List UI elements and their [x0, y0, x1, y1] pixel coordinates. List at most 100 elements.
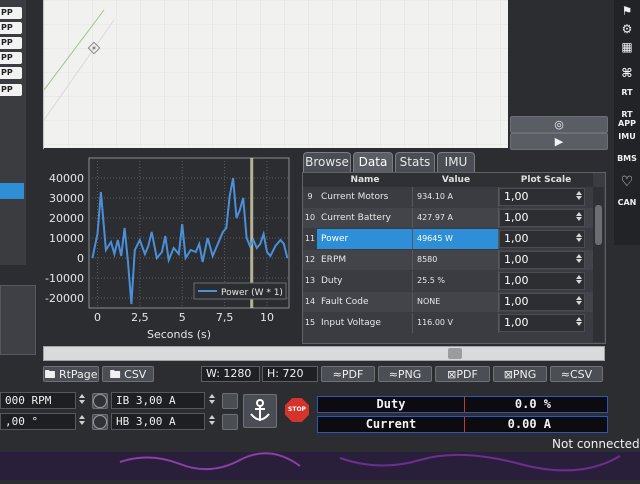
ib-current-field[interactable]: IB 3,00 A [111, 392, 205, 409]
plot-scale-spinbox[interactable]: 1,00 [499, 209, 585, 227]
row-number: 9 [307, 192, 313, 201]
pp-button-4[interactable]: PP [0, 52, 22, 64]
controller-icon[interactable]: ⚙ [616, 22, 638, 36]
width-field[interactable]: W: 1280 [201, 366, 260, 382]
rt-app-icon[interactable]: RT APP [616, 110, 638, 128]
pp-button-5[interactable]: PP [0, 67, 22, 79]
tab-browse[interactable]: Browse [303, 152, 351, 172]
row-number: 15 [304, 318, 316, 327]
row-value: 427.97 A [413, 208, 499, 228]
export-map-png-button[interactable]: ⊠PNG [493, 366, 547, 382]
rpm-play-button[interactable] [92, 393, 108, 409]
stop-button[interactable]: STOP [283, 396, 311, 426]
imu-icon[interactable]: IMU [616, 132, 638, 141]
plot-scale-spinbox[interactable]: 1,00 [499, 188, 585, 206]
plot-scale-spinbox[interactable]: 1,00 [499, 293, 585, 311]
spin-arrows-icon[interactable] [575, 232, 583, 246]
pp-button-2[interactable]: PP [0, 22, 22, 34]
chart-icon: ≈ [560, 368, 570, 381]
pp-button-3[interactable]: PP [0, 37, 22, 49]
map-icon: ⊠ [503, 368, 513, 381]
export-csv-button[interactable]: ≈CSV [550, 366, 603, 382]
rtpage-button[interactable]: 🖿 RtPage [43, 366, 99, 382]
pp-button-1[interactable]: PP [0, 7, 22, 19]
y-tick-label: 20000 [49, 212, 84, 225]
angle-play-button[interactable] [92, 414, 108, 430]
scroll-handle[interactable] [448, 348, 462, 359]
column-plot-scale[interactable]: Plot Scale [499, 173, 593, 187]
tab-data[interactable]: Data [353, 152, 393, 172]
rpm-field[interactable]: 000 RPM [0, 392, 76, 409]
spin-arrows-icon[interactable] [575, 316, 583, 330]
column-name[interactable]: Name [317, 173, 413, 187]
left-app-strip: PP PP PP PP PP PP [0, 0, 26, 265]
pdf-label: PDF [341, 368, 364, 381]
table-scrollbar[interactable] [593, 187, 604, 342]
tab-imu[interactable]: IMU [437, 152, 475, 172]
spin-arrows-icon[interactable] [575, 190, 583, 204]
plot-scale-value: 1,00 [504, 295, 529, 308]
spin-arrows-icon[interactable] [575, 274, 583, 288]
tab-stats[interactable]: Stats [395, 152, 435, 172]
duty-label: Duty [376, 397, 406, 411]
heart-icon[interactable]: ♡ [616, 174, 638, 190]
current-value: 0.00 A [507, 417, 551, 431]
ib-spinbox[interactable] [207, 392, 216, 409]
ib-link-button[interactable] [222, 393, 238, 409]
column-value[interactable]: Value [413, 173, 499, 187]
anchor-button[interactable] [243, 394, 277, 428]
plot-scale-spinbox[interactable]: 1,00 [499, 251, 585, 269]
plot-scale-spinbox[interactable]: 1,00 [499, 230, 585, 248]
table-header: Name Value Plot Scale [303, 173, 593, 187]
map-play-button[interactable]: ▶ [510, 133, 608, 150]
csv-label: CSV [570, 368, 593, 381]
table-row[interactable]: 12 ERPM 8580 1,00 [303, 250, 593, 270]
hb-link-button[interactable] [222, 414, 238, 430]
right-app-strip: ⚑ ⚙ ▦ ⌘ RT RT APP IMU BMS ♡ CAN [614, 0, 640, 245]
plug-icon[interactable]: ⚑ [616, 4, 638, 18]
plot-scale-spinbox[interactable]: 1,00 [499, 314, 585, 332]
folder-icon: 🖿 [109, 368, 121, 381]
y-tick-label: 10000 [49, 232, 84, 245]
row-value: 25.5 % [413, 271, 499, 291]
bms-icon[interactable]: BMS [616, 154, 638, 163]
table-row[interactable]: 11 Power 49645 W 1,00 [303, 229, 593, 249]
export-png-button[interactable]: ≈PNG [378, 366, 432, 382]
row-value: 8580 [413, 250, 499, 270]
csv-folder-button[interactable]: 🖿 CSV [102, 366, 154, 382]
export-map-pdf-button[interactable]: ⊠PDF [435, 366, 490, 382]
grid-icon[interactable]: ▦ [616, 40, 638, 54]
table-row[interactable]: 13 Duty 25.5 % 1,00 [303, 271, 593, 291]
table-row[interactable]: 14 Fault Code NONE 1,00 [303, 292, 593, 312]
map-view[interactable] [43, 0, 508, 150]
angle-spinbox[interactable] [77, 413, 86, 430]
table-row[interactable]: 10 Current Battery 427.97 A 1,00 [303, 208, 593, 228]
left-selected-item[interactable] [0, 183, 24, 199]
rt-icon[interactable]: RT [616, 88, 638, 97]
spin-arrows-icon[interactable] [575, 253, 583, 267]
csv-folder-label: CSV [124, 368, 147, 381]
table-row[interactable]: 9 Current Motors 934.10 A 1,00 [303, 187, 593, 207]
plot-scale-value: 1,00 [504, 190, 529, 203]
horizontal-scrollbar[interactable] [43, 346, 605, 361]
can-icon[interactable]: CAN [616, 198, 638, 207]
table-row[interactable]: 15 Input Voltage 116.00 V 1,00 [303, 313, 593, 333]
row-number: 14 [304, 297, 316, 306]
table-scroll-thumb[interactable] [595, 205, 602, 245]
spin-arrows-icon[interactable] [575, 211, 583, 225]
hb-current-field[interactable]: HB 3,00 A [111, 413, 205, 430]
spin-arrows-icon[interactable] [575, 295, 583, 309]
plot-scale-spinbox[interactable]: 1,00 [499, 272, 585, 290]
plot-scale-value: 1,00 [504, 316, 529, 329]
plot-scale-value: 1,00 [504, 211, 529, 224]
power-chart[interactable]: 40000 30000 20000 10000 0 -10000 -20000 0 2,5 5 7,… [44, 152, 294, 342]
gamepad-icon[interactable]: ⌘ [616, 66, 638, 80]
height-field[interactable]: H: 720 [262, 366, 318, 382]
export-pdf-button[interactable]: ≈PDF [321, 366, 375, 382]
hb-spinbox[interactable] [207, 413, 216, 430]
legend-label: Power (W * 1) [221, 288, 283, 298]
angle-field[interactable]: ,00 ° [0, 413, 76, 430]
rpm-spinbox[interactable] [77, 392, 86, 409]
map-center-button[interactable]: ◎ [510, 116, 608, 133]
pp-button-6[interactable]: PP [0, 84, 22, 96]
